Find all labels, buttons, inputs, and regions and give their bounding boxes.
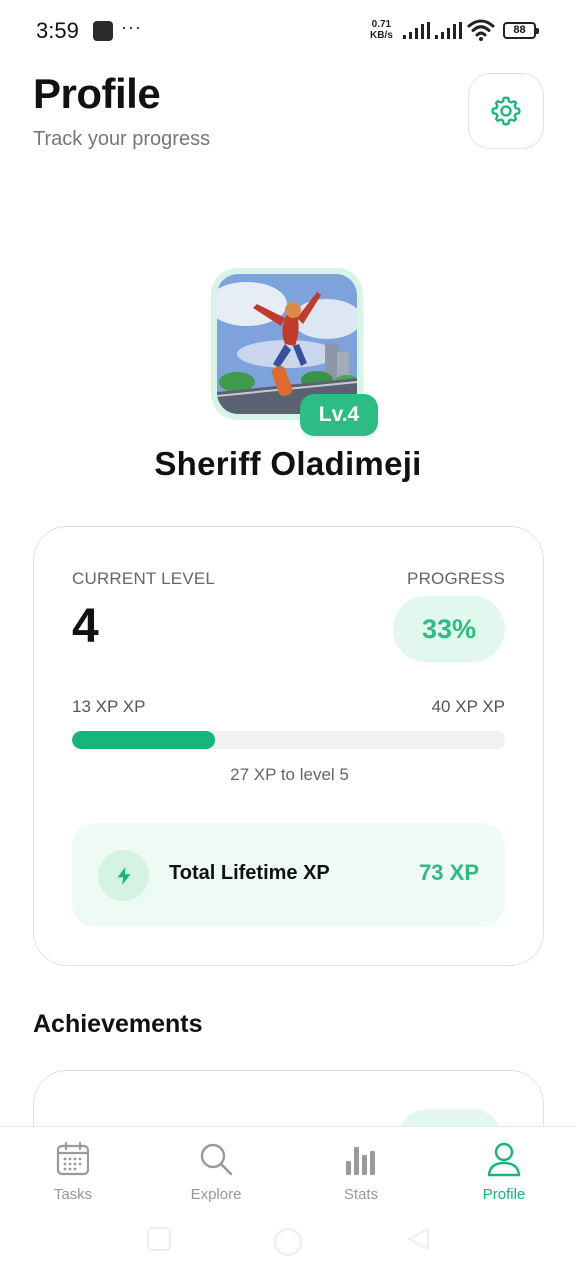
nav-tasks[interactable]: Tasks [13,1139,133,1203]
network-speed-value: 0.71 [371,19,392,30]
user-name: Sheriff Oladimeji [154,445,422,482]
avatar-illustration [217,274,357,414]
achievements-title: Achievements [33,1010,203,1038]
battery-icon: 88 [503,22,539,39]
xp-remaining: 27 XP to level 5 [230,765,349,784]
xp-progress-fill [72,731,215,749]
nav-label-stats: Stats [343,1186,379,1203]
wifi-icon [467,19,495,41]
lifetime-xp-value: 73 XP [419,860,479,885]
network-speed: 0.71 KB/s [370,19,393,41]
app-notification-icon [93,21,113,41]
xp-target: 40 XP XP [431,697,505,716]
nav-stats[interactable]: Stats [301,1139,421,1203]
level-card: CURRENT LEVEL 4 PROGRESS 33% 13 XP XP 40… [33,526,544,966]
progress-label: PROGRESS [407,569,505,588]
calendar-icon [53,1139,93,1179]
lightning-glyph [117,866,130,885]
level-badge: Lv.4 [300,394,378,436]
gear-icon [491,96,521,126]
page-title: Profile [33,70,161,117]
lifetime-xp-box: Total Lifetime XP 73 XP [72,823,505,927]
back-icon[interactable] [406,1226,432,1252]
nav-profile[interactable]: Profile [444,1139,564,1203]
recent-apps-icon[interactable] [146,1226,172,1252]
status-more: ··· [121,17,142,37]
xp-current: 13 XP XP [72,697,146,716]
user-icon [484,1139,524,1179]
xp-progress-bar [72,731,505,749]
lifetime-xp-label: Total Lifetime XP [169,862,330,884]
settings-button[interactable] [468,73,544,149]
current-level-label: CURRENT LEVEL [72,569,216,588]
search-icon [196,1139,236,1179]
lightning-icon [98,850,149,901]
nav-label-profile: Profile [482,1186,526,1203]
progress-percent: 33% [393,596,505,662]
status-time: 3:59 [36,18,79,43]
nav-label-explore: Explore [190,1186,242,1203]
page-subtitle: Track your progress [33,128,211,150]
signal-icon-2 [435,22,462,39]
home-icon[interactable] [272,1226,304,1258]
network-speed-unit: KB/s [370,30,393,41]
nav-explore[interactable]: Explore [156,1139,276,1203]
bar-chart-icon [341,1139,381,1179]
signal-icon [403,22,430,39]
avatar [217,274,357,414]
nav-label-tasks: Tasks [53,1186,93,1203]
status-bar: 3:59 ··· 0.71 KB/s 88 [0,0,576,62]
current-level-value: 4 [72,600,99,653]
